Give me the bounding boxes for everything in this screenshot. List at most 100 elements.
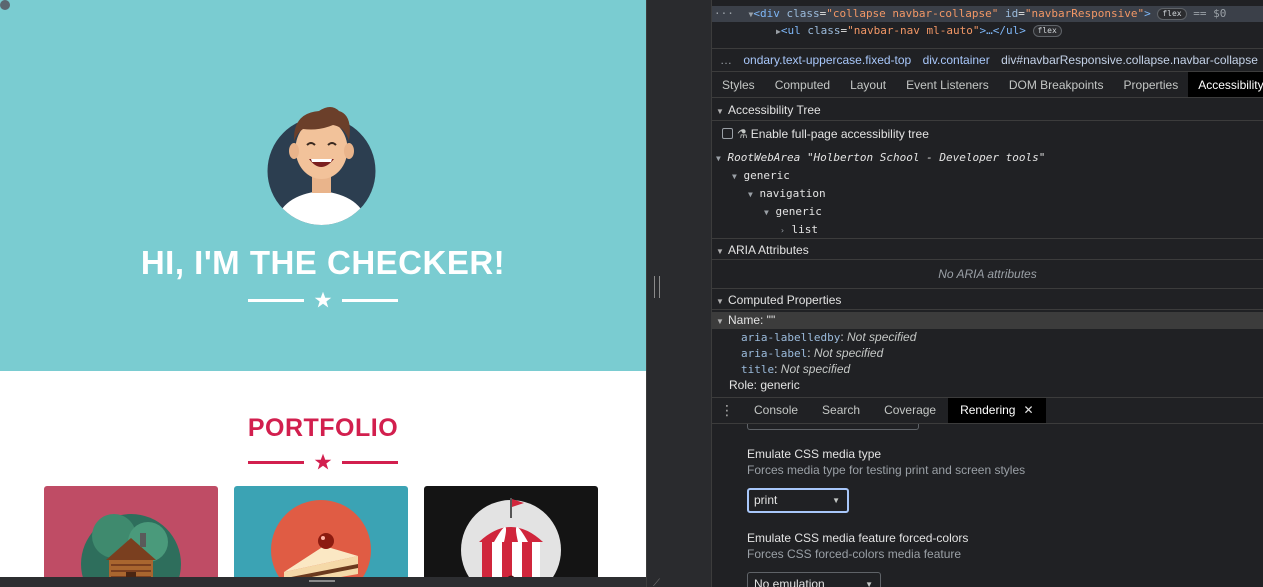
divider-line-right — [342, 298, 398, 302]
breadcrumb-item[interactable]: div.container — [923, 53, 990, 67]
tab-dom-breakpoints[interactable]: DOM Breakpoints — [999, 72, 1114, 97]
portfolio-item-cake[interactable] — [234, 486, 408, 587]
node-attr-value: "navbarResponsive" — [1024, 7, 1145, 20]
star-icon — [314, 291, 332, 308]
node-name: "Holberton School - Developer tools" — [806, 151, 1046, 164]
collapse-arrow-icon[interactable]: › — [780, 226, 785, 235]
rendering-panel: Emulate CSS media type Forces media type… — [712, 424, 1263, 587]
elements-tree: ··· ▼<div class="collapse navbar-collaps… — [712, 0, 1263, 48]
expand-arrow-icon[interactable]: ▼ — [732, 172, 737, 181]
node-role: list — [791, 223, 818, 236]
expand-arrow-icon[interactable]: ▼ — [748, 190, 753, 199]
node-attr-value: "navbar-nav ml-auto" — [847, 24, 980, 37]
tree-node-generic[interactable]: ▼ generic — [732, 168, 790, 185]
divider-line-right — [342, 460, 398, 464]
computed-properties-header[interactable]: ▼ Computed Properties — [712, 288, 1263, 310]
computed-prop-row: title: Not specified — [741, 362, 851, 376]
collapse-triangle-icon: ▼ — [716, 247, 724, 256]
breadcrumb-overflow[interactable]: … — [720, 53, 732, 67]
portfolio-star-divider — [0, 452, 646, 472]
prop-key: title — [741, 363, 775, 376]
tab-computed[interactable]: Computed — [765, 72, 840, 97]
forced-colors-select[interactable]: No emulation ▼ — [747, 572, 881, 587]
tab-properties[interactable]: Properties — [1114, 72, 1189, 97]
expand-arrow-icon[interactable]: ▼ — [764, 208, 769, 217]
flask-icon: ⚗ — [737, 127, 748, 141]
portfolio-item-cabin[interactable] — [44, 486, 218, 587]
tree-node-root[interactable]: ▼ RootWebArea "Holberton School - Develo… — [716, 150, 1045, 167]
node-role: generic — [743, 169, 790, 182]
node-attr-name: id — [1005, 7, 1019, 20]
tree-node-list[interactable]: › list — [780, 222, 818, 239]
drawer-tab-console[interactable]: Console — [742, 398, 810, 423]
drawer-tab-rendering[interactable]: Rendering ✕ — [948, 398, 1046, 423]
chevron-down-icon: ▼ — [832, 496, 840, 505]
breadcrumb: … ondary.text-uppercase.fixed-top div.co… — [712, 48, 1263, 72]
cake-image — [271, 500, 371, 587]
child-node-row[interactable]: ▶<ul class="navbar-nav ml-auto">…</ul> f… — [776, 23, 1062, 39]
drawer-tabbar: ⋮ Console Search Coverage Rendering ✕ — [712, 397, 1263, 424]
tab-event-listeners[interactable]: Event Listeners — [896, 72, 999, 97]
prop-value: Not specified — [847, 330, 917, 344]
drawer-tab-coverage[interactable]: Coverage — [872, 398, 948, 423]
computed-prop-row: aria-label: Not specified — [741, 346, 884, 360]
section-title: Computed Properties — [728, 293, 842, 307]
prop-value: Not specified — [780, 362, 851, 376]
breadcrumb-item-current[interactable]: div#navbarResponsive.collapse.navbar-col… — [1001, 53, 1258, 67]
tab-accessibility[interactable]: Accessibility — [1188, 72, 1263, 97]
panel-splitter[interactable]: ⟋ — [646, 0, 712, 587]
tree-node-navigation[interactable]: ▼ navigation — [748, 186, 826, 203]
resize-handle[interactable] — [309, 580, 335, 582]
prop-key: aria-labelledby — [741, 331, 841, 344]
forced-colors-desc: Forces CSS forced-colors media feature — [747, 547, 962, 561]
drawer-tab-search[interactable]: Search — [810, 398, 872, 423]
close-icon[interactable]: ✕ — [1023, 403, 1033, 417]
flex-badge[interactable]: flex — [1157, 8, 1187, 20]
expand-arrow-icon[interactable]: ▼ — [716, 154, 721, 163]
media-type-desc: Forces media type for testing print and … — [747, 463, 1026, 477]
accessibility-tree-header[interactable]: ▼ Accessibility Tree — [712, 99, 1263, 121]
tree-node-generic-selected[interactable]: ▼ generic — [764, 204, 822, 221]
sidebar-tabs: Styles Computed Layout Event Listeners D… — [712, 72, 1263, 98]
expand-arrow-icon[interactable]: ▼ — [716, 313, 728, 330]
enable-full-tree-checkbox[interactable] — [722, 128, 733, 139]
breadcrumb-item[interactable]: ondary.text-uppercase.fixed-top — [743, 53, 911, 67]
drawer-menu-icon[interactable]: ⋮ — [712, 402, 742, 419]
node-role: navigation — [759, 187, 826, 200]
tab-styles[interactable]: Styles — [712, 72, 765, 97]
media-type-select[interactable]: print ▼ — [747, 488, 849, 513]
corner-dot — [0, 0, 10, 10]
cabin-image — [81, 514, 181, 587]
divider-line-left — [248, 460, 304, 464]
divider-line-left — [248, 298, 304, 302]
node-attr-name: class — [807, 24, 841, 37]
enable-full-tree-row[interactable]: ⚗ Enable full-page accessibility tree — [722, 126, 929, 142]
tab-layout[interactable]: Layout — [840, 72, 896, 97]
section-title: ARIA Attributes — [728, 243, 809, 257]
computed-name-row[interactable]: ▼ Name: "" — [712, 312, 1263, 329]
flex-badge[interactable]: flex — [1032, 25, 1062, 37]
drawer-tab-label: Rendering — [960, 403, 1016, 417]
more-actions-icon[interactable]: ··· — [714, 7, 734, 20]
portfolio-item-circus[interactable] — [424, 486, 598, 587]
avatar-image — [267, 107, 376, 225]
webpage-viewport[interactable]: HI, I'M THE CHECKER! PORTFOLIO — [0, 0, 646, 587]
forced-colors-title: Emulate CSS media feature forced-colors — [747, 531, 969, 545]
prop-key: aria-label — [741, 347, 808, 360]
hero-title: HI, I'M THE CHECKER! — [140, 244, 506, 281]
computed-prop-row: aria-labelledby: Not specified — [741, 330, 917, 344]
node-attr-name: class — [786, 7, 820, 20]
star-icon — [314, 453, 332, 470]
splitter-grip[interactable] — [654, 276, 660, 298]
circus-image — [461, 498, 561, 587]
collapse-triangle-icon: ▼ — [716, 107, 724, 116]
previous-select-edge — [747, 424, 919, 430]
aria-attributes-header[interactable]: ▼ ARIA Attributes — [712, 238, 1263, 260]
selected-node-row[interactable]: ··· ▼<div class="collapse navbar-collaps… — [712, 6, 1263, 22]
hero-star-divider — [0, 290, 646, 310]
resize-corner-icon[interactable]: ⟋ — [653, 578, 660, 587]
node-attr-value: "collapse navbar-collapse" — [826, 7, 999, 20]
aria-empty-note: No ARIA attributes — [938, 267, 1037, 281]
prop-value: Not specified — [813, 346, 884, 360]
devtools-panel: ··· ▼<div class="collapse navbar-collaps… — [712, 0, 1263, 587]
